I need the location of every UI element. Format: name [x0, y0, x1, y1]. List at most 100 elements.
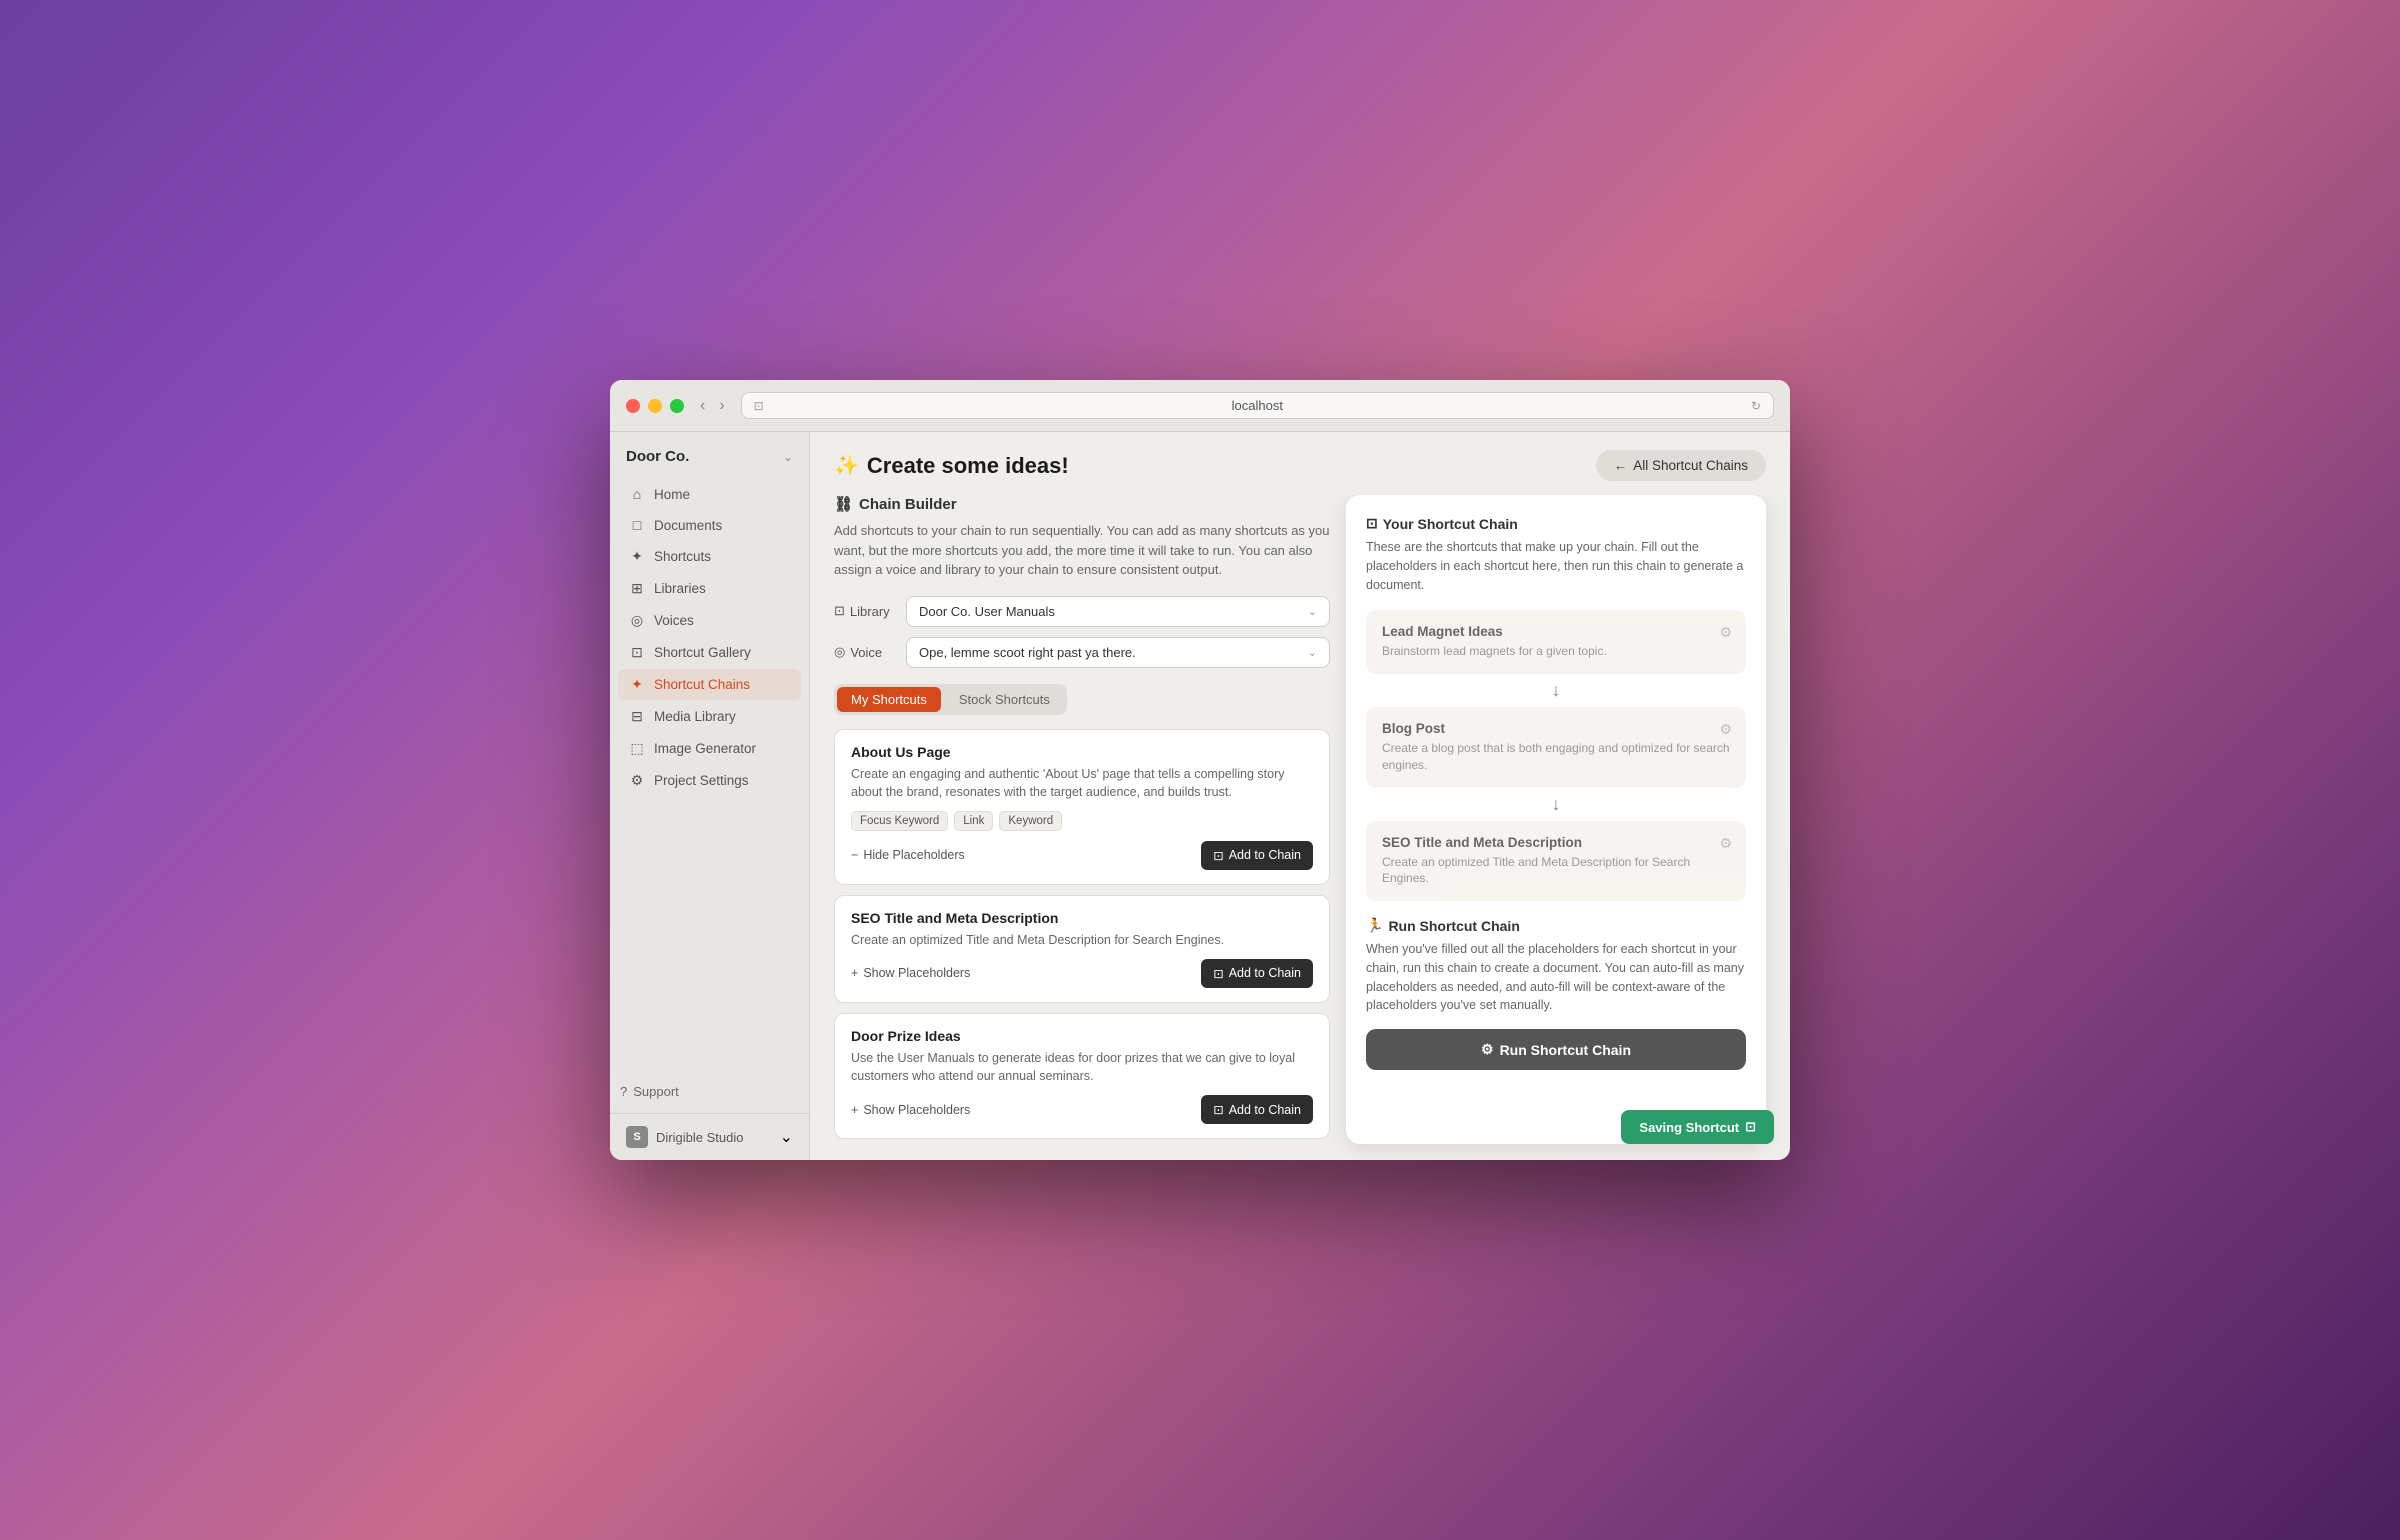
chain-builder-title: Chain Builder [859, 496, 957, 513]
library-select[interactable]: Door Co. User Manuals ⌄ [906, 596, 1330, 627]
library-label: ⊡ Library [834, 603, 894, 619]
run-section: 🏃 Run Shortcut Chain When you've filled … [1366, 917, 1746, 1070]
sidebar-item-shortcut-chains[interactable]: ✦ Shortcut Chains [618, 669, 801, 700]
tag-keyword: Keyword [999, 811, 1062, 831]
tab-my-shortcuts[interactable]: My Shortcuts [837, 687, 941, 712]
voice-select[interactable]: Ope, lemme scoot right past ya there. ⌄ [906, 637, 1330, 668]
spinner-icon-2: ⚙ [1719, 721, 1732, 738]
sidebar-item-label-settings: Project Settings [654, 773, 749, 788]
tab-stock-shortcuts[interactable]: Stock Shortcuts [945, 687, 1064, 712]
show-icon-seo: + [851, 966, 858, 980]
tab-icon: ⊡ [754, 399, 764, 413]
title-icon: ✨ [834, 453, 859, 478]
sidebar-header: Door Co. ⌄ [610, 432, 809, 475]
sidebar-item-label-libraries: Libraries [654, 581, 706, 596]
back-button[interactable]: ‹ [696, 395, 709, 417]
sidebar-footer: S Dirigible Studio ⌄ [610, 1113, 809, 1160]
library-config-row: ⊡ Library Door Co. User Manuals ⌄ [834, 596, 1330, 627]
add-chain-label-seo: Add to Chain [1229, 966, 1301, 980]
chain-panel-title: Your Shortcut Chain [1383, 516, 1518, 532]
close-button[interactable] [626, 399, 640, 413]
run-title-text: Run Shortcut Chain [1388, 918, 1519, 934]
chain-builder-panel: ⛓ Chain Builder Add shortcuts to your ch… [834, 495, 1346, 1144]
main-content: ✨ Create some ideas! ← All Shortcut Chai… [810, 432, 1790, 1160]
sidebar-item-image-generator[interactable]: ⬚ Image Generator [618, 733, 801, 764]
minimize-button[interactable] [648, 399, 662, 413]
sidebar-item-label-home: Home [654, 487, 690, 502]
add-to-chain-button-about-us[interactable]: ⊡ Add to Chain [1201, 841, 1313, 870]
add-chain-icon-door-prize: ⊡ [1213, 1102, 1223, 1117]
saving-label: Saving Shortcut [1639, 1120, 1739, 1135]
run-title: 🏃 Run Shortcut Chain [1366, 917, 1746, 934]
show-placeholders-button-door-prize[interactable]: + Show Placeholders [851, 1103, 970, 1117]
run-icon: 🏃 [1366, 917, 1383, 934]
page-title: ✨ Create some ideas! [834, 453, 1069, 479]
run-btn-label: Run Shortcut Chain [1500, 1042, 1631, 1058]
sidebar-nav: ⌂ Home □ Documents ✦ Shortcuts ⊞ Librari… [610, 475, 809, 1078]
chain-item-desc-blog-post: Create a blog post that is both engaging… [1382, 740, 1730, 774]
chain-builder-header: ⛓ Chain Builder [834, 495, 1330, 513]
voice-select-value: Ope, lemme scoot right past ya there. [919, 645, 1136, 660]
media-icon: ⊟ [628, 708, 646, 725]
show-label-seo: Show Placeholders [863, 966, 970, 980]
forward-button[interactable]: › [715, 395, 728, 417]
shortcut-actions-about-us: − Hide Placeholders ⊡ Add to Chain [851, 841, 1313, 870]
chain-item-desc-lead-magnet: Brainstorm lead magnets for a given topi… [1382, 643, 1730, 660]
user-profile[interactable]: S Dirigible Studio [626, 1126, 743, 1148]
show-label-door-prize: Show Placeholders [863, 1103, 970, 1117]
sidebar-item-libraries[interactable]: ⊞ Libraries [618, 573, 801, 604]
address-bar[interactable]: ⊡ localhost ↻ [741, 392, 1774, 419]
add-to-chain-button-seo[interactable]: ⊡ Add to Chain [1201, 959, 1313, 988]
content-header: ✨ Create some ideas! ← All Shortcut Chai… [810, 432, 1790, 495]
saving-icon: ⊡ [1745, 1119, 1756, 1135]
sidebar-item-voices[interactable]: ◎ Voices [618, 605, 801, 636]
org-chevron-icon[interactable]: ⌄ [783, 450, 793, 464]
run-btn-icon: ⚙ [1481, 1041, 1494, 1058]
url-text: localhost [772, 398, 1743, 413]
hide-icon: − [851, 848, 858, 862]
sidebar-item-media-library[interactable]: ⊟ Media Library [618, 701, 801, 732]
chain-arrow-2: ↓ [1366, 794, 1746, 815]
chain-builder-icon: ⛓ [834, 495, 853, 513]
sidebar-item-support[interactable]: ? Support [610, 1078, 809, 1105]
saving-bar: Saving Shortcut ⊡ [1621, 1110, 1774, 1144]
add-chain-label-about-us: Add to Chain [1229, 848, 1301, 862]
refresh-icon[interactable]: ↻ [1751, 399, 1761, 413]
maximize-button[interactable] [670, 399, 684, 413]
shortcut-desc-seo: Create an optimized Title and Meta Descr… [851, 931, 1313, 949]
sidebar-item-shortcut-gallery[interactable]: ⊡ Shortcut Gallery [618, 637, 801, 668]
image-gen-icon: ⬚ [628, 740, 646, 757]
hide-placeholders-button[interactable]: − Hide Placeholders [851, 848, 965, 862]
org-name: Door Co. [626, 448, 689, 465]
browser-window: ‹ › ⊡ localhost ↻ Door Co. ⌄ ⌂ Home □ [610, 380, 1790, 1160]
all-chains-button[interactable]: ← All Shortcut Chains [1596, 450, 1766, 481]
sidebar-item-project-settings[interactable]: ⚙ Project Settings [618, 765, 801, 796]
chain-panel-icon: ⊡ [1366, 515, 1378, 532]
voice-select-arrow: ⌄ [1308, 646, 1317, 659]
voice-label: ◎ Voice [834, 644, 894, 660]
hide-label: Hide Placeholders [863, 848, 964, 862]
show-placeholders-button-seo[interactable]: + Show Placeholders [851, 966, 970, 980]
settings-icon: ⚙ [628, 772, 646, 789]
content-body: ⛓ Chain Builder Add shortcuts to your ch… [810, 495, 1790, 1160]
sidebar-item-shortcuts[interactable]: ✦ Shortcuts [618, 541, 801, 572]
chain-item-title-blog-post: Blog Post [1382, 721, 1730, 736]
add-to-chain-button-door-prize[interactable]: ⊡ Add to Chain [1201, 1095, 1313, 1124]
run-desc: When you've filled out all the placehold… [1366, 940, 1746, 1015]
sidebar-item-label-gallery: Shortcut Gallery [654, 645, 751, 660]
shortcuts-icon: ✦ [628, 548, 646, 565]
sidebar-item-home[interactable]: ⌂ Home [618, 479, 801, 509]
traffic-lights [626, 399, 684, 413]
shortcut-card-door-prize: Door Prize Ideas Use the User Manuals to… [834, 1013, 1330, 1139]
voice-label-text: Voice [850, 645, 882, 660]
sidebar-item-label-voices: Voices [654, 613, 694, 628]
chain-arrow-1: ↓ [1366, 680, 1746, 701]
add-chain-icon-about-us: ⊡ [1213, 848, 1223, 863]
sidebar-item-documents[interactable]: □ Documents [618, 510, 801, 540]
browser-chrome: ‹ › ⊡ localhost ↻ [610, 380, 1790, 432]
add-chain-icon-seo: ⊡ [1213, 966, 1223, 981]
support-icon: ? [620, 1084, 627, 1099]
run-chain-button[interactable]: ⚙ Run Shortcut Chain [1366, 1029, 1746, 1070]
library-label-text: Library [850, 604, 890, 619]
all-chains-back-icon: ← [1614, 458, 1628, 473]
